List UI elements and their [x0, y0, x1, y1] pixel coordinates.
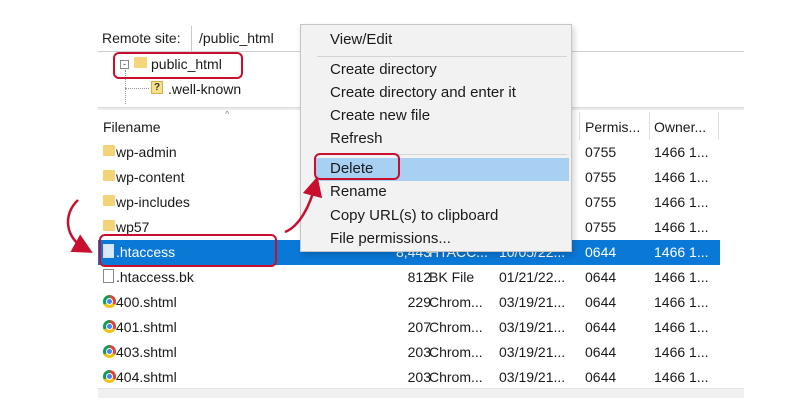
file-type: Chrom... — [429, 369, 483, 385]
file-name: .htaccess.bk — [116, 269, 194, 285]
file-modified: 03/19/21... — [499, 369, 566, 385]
tree-node-well-known[interactable]: .well-known — [168, 81, 241, 97]
horizontal-scrollbar[interactable] — [98, 388, 744, 398]
file-size: 203 — [407, 344, 431, 360]
file-permissions: 0755 — [585, 169, 617, 185]
file-size: 203 — [407, 369, 431, 385]
table-row[interactable]: 400.shtml 229 Chrom... 03/19/21... 0644 … — [98, 290, 720, 315]
file-size: 229 — [407, 294, 431, 310]
annotation-box-public-html — [113, 52, 243, 79]
file-type: Chrom... — [429, 294, 483, 310]
file-permissions: 0644 — [585, 294, 617, 310]
menu-item-create-directory[interactable]: Create directory — [315, 59, 569, 82]
sort-ascending-icon: ^ — [225, 109, 230, 119]
menu-item-create-new-file[interactable]: Create new file — [315, 105, 569, 128]
file-owner: 1466 1... — [654, 319, 709, 335]
file-owner: 1466 1... — [654, 344, 709, 360]
file-type: Chrom... — [429, 319, 483, 335]
column-separator[interactable] — [718, 112, 719, 140]
file-type: BK File — [429, 269, 475, 285]
file-permissions: 0644 — [585, 319, 617, 335]
file-owner: 1466 1... — [654, 219, 709, 235]
chrome-icon — [103, 370, 116, 383]
menu-item-file-permissions[interactable]: File permissions... — [315, 228, 569, 251]
file-owner: 1466 1... — [654, 294, 709, 310]
folder-icon — [103, 195, 115, 206]
menu-item-refresh[interactable]: Refresh — [315, 128, 569, 151]
menu-item-rename[interactable]: Rename — [315, 181, 569, 204]
file-size: 812 — [407, 269, 431, 285]
file-permissions: 0644 — [585, 344, 617, 360]
file-modified: 03/19/21... — [499, 294, 566, 310]
table-row[interactable]: 401.shtml 207 Chrom... 03/19/21... 0644 … — [98, 315, 720, 340]
column-owner[interactable]: Owner... — [654, 119, 706, 135]
menu-separator — [317, 56, 567, 57]
annotation-box-delete — [314, 153, 400, 180]
file-name: 401.shtml — [116, 319, 177, 335]
file-name: 400.shtml — [116, 294, 177, 310]
folder-icon — [103, 170, 115, 181]
tree-connector — [125, 88, 149, 89]
file-owner: 1466 1... — [654, 169, 709, 185]
file-owner: 1466 1... — [654, 369, 709, 385]
table-row[interactable]: .htaccess.bk 812 BK File 01/21/22... 064… — [98, 265, 720, 290]
annotation-arrow-to-htaccess — [66, 199, 93, 253]
file-icon — [103, 269, 114, 283]
table-row[interactable]: 404.shtml 203 Chrom... 03/19/21... 0644 … — [98, 365, 720, 390]
file-permissions: 0755 — [585, 144, 617, 160]
menu-item-view-edit[interactable]: View/Edit — [315, 29, 569, 52]
file-owner: 1466 1... — [654, 194, 709, 210]
file-owner: 1466 1... — [654, 144, 709, 160]
annotation-box-htaccess — [99, 234, 277, 267]
file-permissions: 0644 — [585, 244, 617, 260]
file-modified: 03/19/21... — [499, 319, 566, 335]
menu-item-copy-url[interactable]: Copy URL(s) to clipboard — [315, 205, 569, 228]
file-size: 207 — [407, 319, 431, 335]
chrome-icon — [103, 345, 116, 358]
folder-icon — [103, 220, 115, 231]
column-separator[interactable] — [579, 112, 580, 140]
file-permissions: 0644 — [585, 369, 617, 385]
file-modified: 01/21/22... — [499, 269, 566, 285]
context-menu: View/Edit Create directory Create direct… — [300, 24, 572, 252]
file-permissions: 0755 — [585, 194, 617, 210]
file-owner: 1466 1... — [654, 269, 709, 285]
chrome-icon — [103, 320, 116, 333]
table-row[interactable]: 403.shtml 203 Chrom... 03/19/21... 0644 … — [98, 340, 720, 365]
column-permissions[interactable]: Permis... — [585, 119, 640, 135]
file-name: 403.shtml — [116, 344, 177, 360]
column-separator[interactable] — [649, 112, 650, 140]
question-folder-icon: ? — [151, 81, 163, 94]
folder-icon — [103, 145, 115, 156]
remote-site-label: Remote site: — [102, 30, 181, 46]
file-permissions: 0755 — [585, 219, 617, 235]
file-permissions: 0644 — [585, 269, 617, 285]
column-filename[interactable]: Filename — [103, 119, 161, 135]
menu-item-create-directory-enter[interactable]: Create directory and enter it — [315, 82, 569, 105]
chrome-icon — [103, 295, 116, 308]
file-modified: 03/19/21... — [499, 344, 566, 360]
file-name: 404.shtml — [116, 369, 177, 385]
file-type: Chrom... — [429, 344, 483, 360]
file-owner: 1466 1... — [654, 244, 709, 260]
